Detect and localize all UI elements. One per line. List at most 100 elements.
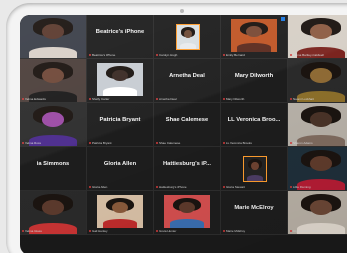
participant-tile[interactable]: ia Simmons — [20, 147, 87, 191]
participant-tile[interactable]: Naomi Lockhart — [288, 59, 347, 103]
participant-tile[interactable]: Patricia Bryant Patricia Bryant — [87, 103, 154, 147]
status-flag-icon — [281, 17, 285, 21]
participant-video-thumbnail — [97, 63, 143, 96]
microphone-muted-icon — [290, 230, 292, 233]
participant-label-text: Beatrice's iPhone — [92, 53, 116, 57]
participant-label-text: Emily Bernard — [226, 53, 245, 57]
participant-label: Velma Ross — [22, 141, 41, 145]
participant-video-thumbnail — [20, 103, 86, 146]
participant-tile[interactable]: Gloria Allen Gloria Allen — [87, 147, 154, 191]
person-face — [41, 112, 65, 128]
participant-label-text: Crystal Olivia Thomas — [293, 229, 323, 233]
person-shoulders — [237, 43, 271, 52]
participant-tile[interactable]: Lillie Fleming — [288, 147, 347, 191]
person-shoulders — [247, 174, 263, 181]
participant-tile[interactable]: Marie McElroy Marie McElroy — [221, 191, 288, 235]
participant-tile[interactable]: Sharon Adams — [288, 103, 347, 147]
participant-label: Sharon Adams — [290, 141, 313, 145]
participant-tile[interactable]: Beatrice's iPhone Beatrice's iPhone — [87, 15, 154, 59]
microphone-muted-icon — [290, 98, 292, 101]
participant-tile[interactable]: Velma Edwards — [20, 59, 87, 103]
participant-tile[interactable]: Hattiesburg's iP... Hattiesburg's iPhone — [154, 147, 221, 191]
participant-tile[interactable]: Shae Calemese Shae Calemese — [154, 103, 221, 147]
microphone-muted-icon — [223, 54, 225, 57]
person-face — [41, 24, 65, 40]
participant-tile[interactable]: Gail Henley — [87, 191, 154, 235]
microphone-muted-icon — [223, 142, 225, 145]
person-face — [246, 26, 262, 38]
participant-video-thumbnail — [288, 103, 347, 146]
microphone-muted-icon — [156, 186, 158, 189]
participant-label: Carolyn Hugh — [156, 53, 177, 57]
participant-label: Marie McElroy — [223, 229, 245, 233]
participant-tile[interactable]: Velma Bartley-Caldwell — [288, 15, 347, 59]
participant-name: Patricia Bryant — [99, 117, 141, 123]
participant-label-text: Naomi Lockhart — [293, 97, 315, 101]
participant-tile[interactable]: Carolyn Hugh — [154, 15, 221, 59]
person-face — [41, 68, 65, 84]
participant-label-text: LL Veronica Brooks — [226, 141, 252, 145]
participant-label-text: Velma Ross — [25, 141, 42, 145]
microphone-muted-icon — [290, 142, 292, 145]
participant-name: ia Simmons — [36, 161, 70, 167]
microphone-muted-icon — [89, 98, 91, 101]
participant-video-thumbnail — [231, 19, 277, 52]
microphone-muted-icon — [290, 186, 292, 189]
participant-label: Velma Glass — [22, 229, 42, 233]
participant-video-thumbnail — [288, 59, 347, 102]
participant-tile[interactable]: Emily Bernard — [221, 15, 288, 59]
participant-label: Gail Henley — [89, 229, 108, 233]
participant-label: Lillie Fleming — [290, 185, 311, 189]
microphone-muted-icon — [156, 98, 158, 101]
participant-label: Shae Calemese — [156, 141, 180, 145]
person-shoulders — [103, 87, 137, 96]
participant-name: Shae Calemese — [165, 117, 209, 123]
participant-label: Patricia Bryant — [89, 141, 112, 145]
participant-label: Emily Bernard — [223, 53, 245, 57]
participant-tile[interactable]: Mary Dilworth Mary Dilworth — [221, 59, 288, 103]
participant-name: Marie McElroy — [234, 205, 274, 211]
participant-label-text: Patricia Bryant — [92, 141, 112, 145]
person-face — [309, 112, 333, 128]
participant-video-thumbnail — [288, 191, 347, 234]
participant-tile[interactable]: Greta Hunter — [154, 191, 221, 235]
participant-video-thumbnail — [243, 156, 267, 182]
participant-tile[interactable] — [20, 15, 87, 59]
person-face — [112, 70, 128, 82]
participant-label-text: Velma Glass — [25, 229, 42, 233]
participant-label: Crystal Olivia Thomas — [290, 229, 322, 233]
participant-grid: Beatrice's iPhone Beatrice's iPhone Caroly… — [20, 15, 347, 253]
participant-label: LL Veronica Brooks — [223, 141, 252, 145]
participant-tile[interactable]: Velma Ross — [20, 103, 87, 147]
person-shoulders — [170, 219, 204, 228]
participant-tile[interactable]: Gloria Stewart — [221, 147, 288, 191]
participant-video-thumbnail — [288, 147, 347, 190]
microphone-muted-icon — [22, 98, 24, 101]
microphone-muted-icon — [223, 186, 225, 189]
participant-video-thumbnail — [97, 195, 143, 228]
microphone-muted-icon — [290, 54, 292, 57]
participant-tile[interactable]: Crystal Olivia Thomas — [288, 191, 347, 235]
participant-label: Shelly Carter — [89, 97, 109, 101]
participant-label-text: Sharon Adams — [293, 141, 313, 145]
participant-label-text: Gloria Stewart — [226, 185, 246, 189]
participant-tile[interactable]: LL Veronica Broo... LL Veronica Brooks — [221, 103, 288, 147]
participant-video-thumbnail — [20, 191, 86, 234]
participant-label: Gloria Allen — [89, 185, 107, 189]
participant-video-thumbnail — [164, 195, 210, 228]
person-face — [112, 202, 128, 214]
participant-label: Naomi Lockhart — [290, 97, 314, 101]
person-face — [179, 202, 195, 214]
person-face — [184, 30, 192, 39]
participant-label-text: Gail Henley — [92, 229, 108, 233]
participant-name: Gloria Allen — [103, 161, 137, 167]
person-face — [309, 24, 333, 40]
microphone-muted-icon — [223, 98, 225, 101]
participant-label-text: Arnetha Deal — [159, 97, 177, 101]
person-face — [41, 200, 65, 216]
participant-tile[interactable]: Velma Glass — [20, 191, 87, 235]
microphone-muted-icon — [223, 230, 225, 233]
participant-tile[interactable]: Arnetha Deal Arnetha Deal — [154, 59, 221, 103]
microphone-muted-icon — [156, 142, 158, 145]
participant-tile[interactable]: Shelly Carter — [87, 59, 154, 103]
